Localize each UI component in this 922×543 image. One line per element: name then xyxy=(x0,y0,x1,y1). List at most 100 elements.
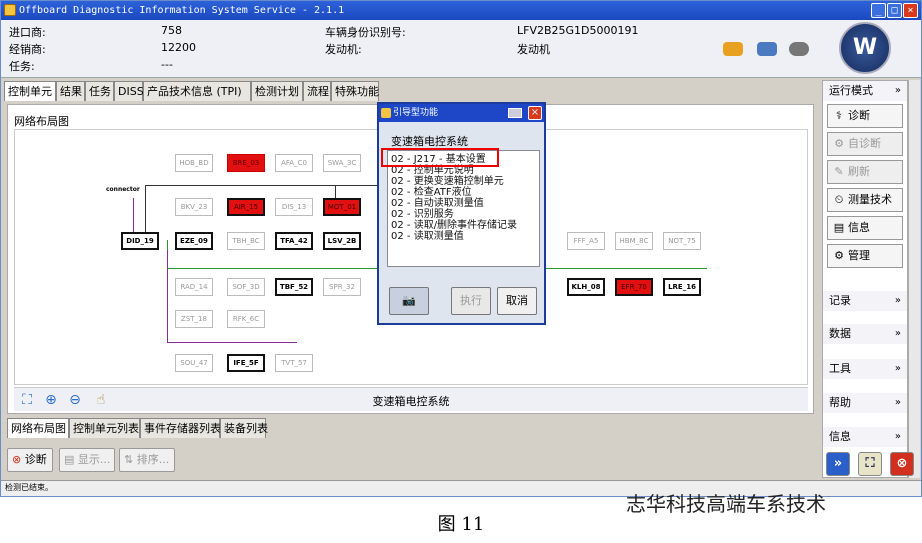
expand-icon: » xyxy=(894,295,901,306)
ecu-node-did-19[interactable]: DID_19 xyxy=(121,232,159,250)
ecu-node-ife-5f[interactable]: IFE_5F xyxy=(227,354,265,372)
measure-icon: ⏲ xyxy=(834,193,844,206)
tab-results[interactable]: 结果 xyxy=(56,81,85,101)
tab-tasks[interactable]: 任务 xyxy=(85,81,114,101)
camera-button[interactable]: 📷 xyxy=(389,287,429,315)
zoom-out-icon[interactable]: ⊖ xyxy=(66,391,84,409)
ecu-node-hbm-8c[interactable]: HBM_8C xyxy=(615,232,653,250)
vin-value: LFV2B25G1D5000191 xyxy=(517,24,639,37)
ecu-node-tbf-52[interactable]: TBF_52 xyxy=(275,278,313,296)
ecu-node-klh-08[interactable]: KLH_08 xyxy=(567,278,605,296)
mode-button-3[interactable]: ⏲ 测量技术 xyxy=(827,188,903,212)
car-icon[interactable] xyxy=(723,42,743,56)
tab-control-unit-list[interactable]: 控制单元列表 xyxy=(69,418,140,438)
info-book-icon: ▤ xyxy=(833,221,845,234)
ecu-node-swa-3c[interactable]: SWA_3C xyxy=(323,154,361,172)
zoom-in-icon[interactable]: ⊕ xyxy=(42,391,60,409)
tab-network-layout[interactable]: 网络布局图 xyxy=(7,418,69,438)
stethoscope-icon: ⚕ xyxy=(836,109,842,122)
close-button[interactable]: × xyxy=(903,3,918,18)
expand-icon: » xyxy=(894,397,901,408)
ecu-node-eze-09[interactable]: EZE_09 xyxy=(175,232,213,250)
ecu-node-hob-bd[interactable]: HOB_BD xyxy=(175,154,213,172)
ecu-node-dis-13[interactable]: DIS_13 xyxy=(275,198,313,216)
cancel-button[interactable]: 取消 xyxy=(497,287,537,315)
maximize-button[interactable]: □ xyxy=(887,3,902,18)
diagnose-button[interactable]: ⊗ 诊断 xyxy=(7,448,53,472)
display-button[interactable]: ▤ 显示... xyxy=(59,448,115,472)
section-record[interactable]: 记录 » xyxy=(823,291,907,311)
ecu-node-efr-70[interactable]: EFR_70 xyxy=(615,278,653,296)
expand-icon: » xyxy=(894,363,901,374)
execute-button[interactable]: 执行 xyxy=(451,287,491,315)
section-info[interactable]: 信息 » xyxy=(823,427,907,447)
ecu-node-sof-3d[interactable]: SOF_3D xyxy=(227,278,265,296)
function-list-item[interactable]: 02 - 识别服务 xyxy=(391,209,454,220)
dialog-app-icon xyxy=(381,108,391,118)
function-list-item[interactable]: 02 - 自动读取测量值 xyxy=(391,198,484,209)
section-data[interactable]: 数据 » xyxy=(823,324,907,344)
tab-equipment-list[interactable]: 装备列表 xyxy=(220,418,268,438)
ecu-node-spr-32[interactable]: SPR_32 xyxy=(323,278,361,296)
ecu-node-rad-14[interactable]: RAD_14 xyxy=(175,278,213,296)
ecu-node-zst-18[interactable]: ZST_18 xyxy=(175,310,213,328)
dialog-title: 引导型功能 xyxy=(393,108,439,118)
ecu-node-bkv-23[interactable]: BKV_23 xyxy=(175,198,213,216)
display-icon: ▤ xyxy=(64,453,75,466)
network-computer-icon[interactable] xyxy=(757,42,777,56)
figure-caption: 图 11 xyxy=(437,514,485,535)
vw-logo: W xyxy=(839,22,891,74)
ecu-node-lre-16[interactable]: LRE_16 xyxy=(663,278,701,296)
mode-button-1[interactable]: ⚙ 自诊断 xyxy=(827,132,903,156)
collapse-icon: » xyxy=(894,85,901,96)
ecu-node-not-75[interactable]: NOT_75 xyxy=(663,232,701,250)
hand-pointer-icon[interactable]: ☝ xyxy=(92,391,110,409)
section-tools[interactable]: 工具 » xyxy=(823,359,907,379)
display-button-label: 显示... xyxy=(77,453,111,466)
dialog-close-button[interactable]: × xyxy=(528,106,542,120)
fit-screen-icon[interactable]: ⛶ xyxy=(858,452,882,476)
ecu-node-sou-47[interactable]: SOU_47 xyxy=(175,354,213,372)
ecu-node-bre-03[interactable]: BRE_03 xyxy=(227,154,265,172)
tab-control-units[interactable]: 控制单元 xyxy=(4,81,56,101)
ecu-node-tvt-57[interactable]: TVT_57 xyxy=(275,354,313,372)
right-scrollbar[interactable] xyxy=(908,80,920,478)
minimize-button[interactable]: _ xyxy=(871,3,886,18)
function-list-item[interactable]: 02 - 读取/删除事件存储记录 xyxy=(391,220,517,231)
exit-icon[interactable]: ⊗ xyxy=(890,452,914,476)
ecu-node-rfk-6c[interactable]: RFK_6C xyxy=(227,310,265,328)
ecu-node-air-15[interactable]: AIR_15 xyxy=(227,198,265,216)
keyboard-icon[interactable] xyxy=(508,108,522,118)
tab-tpi[interactable]: 产品技术信息 (TPI) xyxy=(143,81,251,101)
tab-diss[interactable]: DISS xyxy=(114,81,144,101)
diagnostic-plug-icon[interactable] xyxy=(789,42,809,56)
sort-button[interactable]: ⇅ 排序... xyxy=(119,448,175,472)
mode-header[interactable]: 运行模式 » xyxy=(823,81,907,101)
forward-icon[interactable]: » xyxy=(826,452,850,476)
function-list-item[interactable]: 02 - 更换变速箱控制单元 xyxy=(391,176,504,187)
function-list[interactable]: 02 - J217 - 基本设置 02 - 控制单元说明 02 - 更换变速箱控制单… xyxy=(387,150,540,267)
fit-view-icon[interactable]: ⛶ xyxy=(18,391,36,409)
mode-button-2[interactable]: ✎ 刷新 xyxy=(827,160,903,184)
tab-process[interactable]: 流程 xyxy=(303,81,331,101)
ecu-node-tfa-42[interactable]: TFA_42 xyxy=(275,232,313,250)
tab-special-functions[interactable]: 特殊功能 xyxy=(331,81,379,101)
purple-bus xyxy=(167,342,297,343)
function-list-item[interactable]: 02 - 读取测量值 xyxy=(391,231,464,242)
ecu-node-lsv-2b[interactable]: LSV_2B xyxy=(323,232,361,250)
ecu-node-mot-01[interactable]: MOT_01 xyxy=(323,198,361,216)
mode-button-4[interactable]: ▤ 信息 xyxy=(827,216,903,240)
mode-button-5[interactable]: ⚙ 管理 xyxy=(827,244,903,268)
mode-button-0[interactable]: ⚕ 诊断 xyxy=(827,104,903,128)
tab-test-plan[interactable]: 检测计划 xyxy=(251,81,303,101)
ecu-node-tbh-bc[interactable]: TBH_BC xyxy=(227,232,265,250)
ecu-node-fff-a5[interactable]: FFF_A5 xyxy=(567,232,605,250)
engine-value: 发动机 xyxy=(517,43,550,56)
ecu-node-afa-c0[interactable]: AFA_C0 xyxy=(275,154,313,172)
section-record-label: 记录 xyxy=(829,294,851,307)
expand-icon: » xyxy=(894,328,901,339)
function-list-item[interactable]: 02 - 检查ATF液位 xyxy=(391,187,472,198)
section-help[interactable]: 帮助 » xyxy=(823,393,907,413)
mode-button-label: 自诊断 xyxy=(848,137,881,150)
tab-event-memory-list[interactable]: 事件存储器列表 xyxy=(140,418,221,438)
